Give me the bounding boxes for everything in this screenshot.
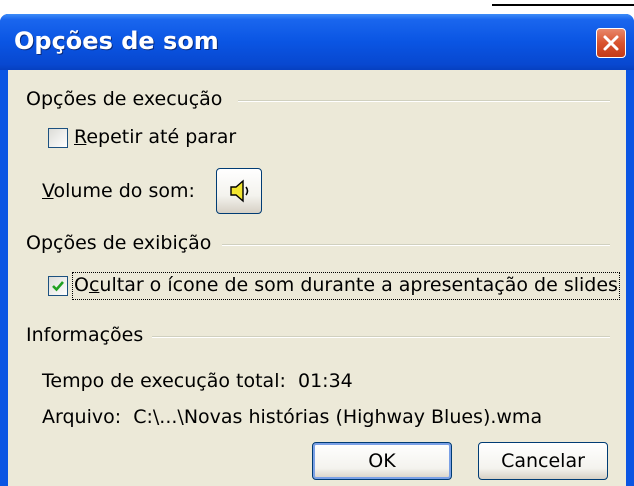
title-bar[interactable]: Opções de som [0,14,634,70]
hide-sound-icon-label[interactable]: Ocultar o ícone de som durante a apresen… [74,274,618,296]
total-time-label: Tempo de execução total: [42,370,286,392]
sound-options-dialog: Opções de som Opções de execução Repetir… [0,14,634,486]
close-button[interactable] [596,28,626,58]
info-group-divider [152,336,610,338]
file-path-value: C:\...\Novas histórias (Highway Blues).w… [133,406,543,428]
display-group-divider [222,244,610,246]
file-label: Arquivo: [42,406,122,428]
dialog-title: Opções de som [14,27,219,55]
cancel-button[interactable]: Cancelar [478,442,608,480]
execution-group-divider [238,100,610,102]
volume-label: Volume do som: [42,180,195,202]
loop-until-stop-checkbox[interactable] [48,128,68,148]
volume-button[interactable] [216,168,262,214]
close-icon [603,35,619,51]
speaker-icon [230,179,249,203]
hide-sound-icon-checkbox[interactable] [48,276,68,296]
info-group-label: Informações [26,324,144,346]
total-time-value: 01:34 [297,370,353,392]
loop-until-stop-label[interactable]: Repetir até parar [74,126,236,148]
execution-group-label: Opções de execução [26,88,223,110]
dialog-client-area: Opções de execução Repetir até parar Vol… [8,70,626,486]
top-edge-line [492,4,634,6]
checkmark-icon [52,281,64,292]
total-time-row: Tempo de execução total: 01:34 [42,370,353,392]
display-group-label: Opções de exibição [26,232,212,254]
ok-button[interactable]: OK [312,442,452,480]
file-row: Arquivo: C:\...\Novas histórias (Highway… [42,406,542,428]
